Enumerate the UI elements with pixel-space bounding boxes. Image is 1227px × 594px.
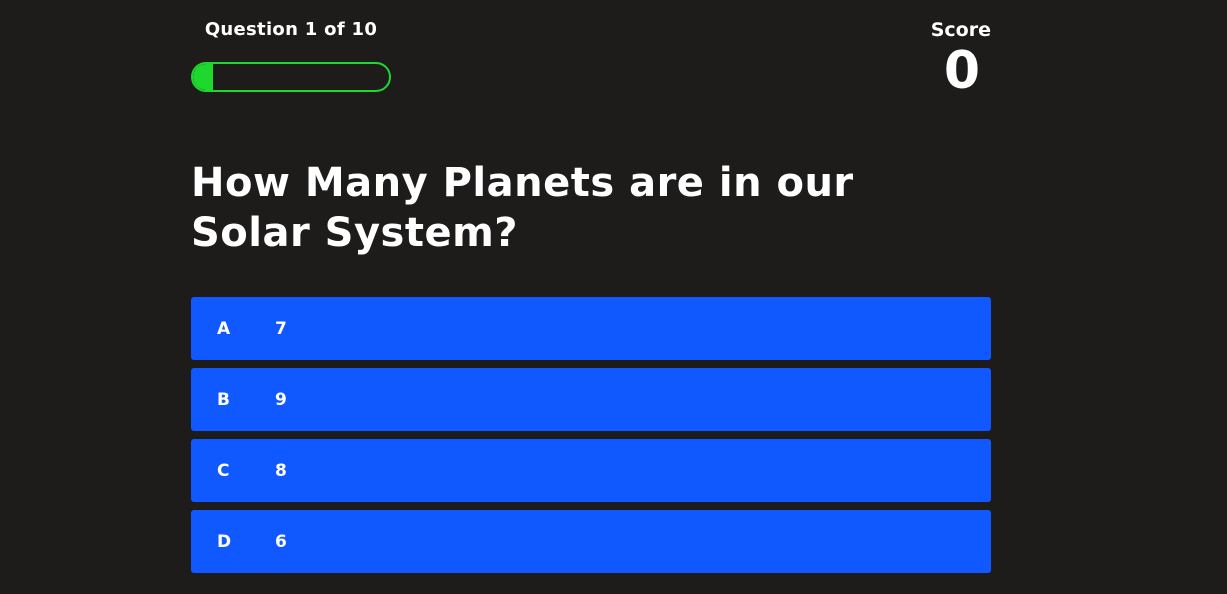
choice-list: A 7 B 9 C 8 D 6 (191, 297, 991, 581)
score-block: Score 0 (911, 18, 991, 100)
progress-bar (191, 62, 391, 92)
progress-bar-fill (193, 64, 213, 90)
choice-c[interactable]: C 8 (191, 439, 991, 502)
choice-text: 7 (275, 318, 287, 339)
choice-text: 8 (275, 460, 287, 481)
question-text: How Many Planets are in our Solar System… (191, 160, 854, 256)
choice-prefix: C (217, 460, 230, 481)
score-value: 0 (943, 41, 981, 101)
choice-text: 9 (275, 389, 287, 410)
choice-b[interactable]: B 9 (191, 368, 991, 431)
choice-prefix: A (217, 318, 231, 339)
choice-d[interactable]: D 6 (191, 510, 991, 573)
hud: Question 1 of 10 Score 0 (191, 0, 991, 130)
score-label: Score (930, 19, 991, 41)
progress-block: Question 1 of 10 (191, 18, 391, 92)
choice-text: 6 (275, 531, 287, 552)
progress-text: Question 1 of 10 (204, 19, 378, 40)
choice-prefix: B (217, 389, 230, 410)
quiz-container: Question 1 of 10 Score 0 How Many Planet… (191, 0, 991, 594)
choice-prefix: D (217, 531, 232, 552)
choice-a[interactable]: A 7 (191, 297, 991, 360)
